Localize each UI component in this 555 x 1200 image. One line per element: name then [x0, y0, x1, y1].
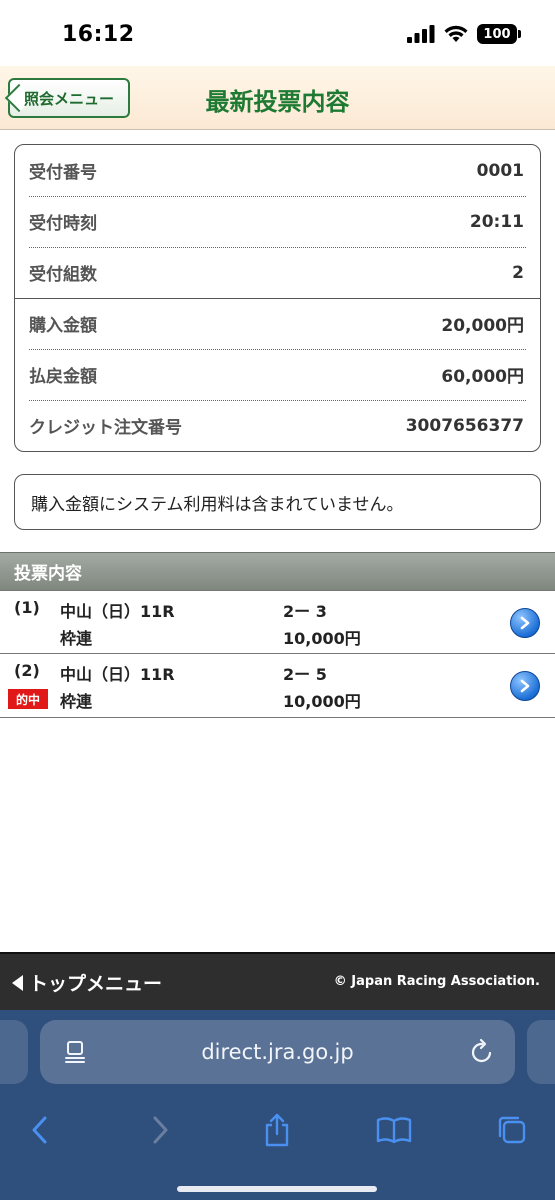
credit-order-label: クレジット注文番号: [29, 418, 182, 438]
browser-chrome: direct.jra.go.jp: [0, 1010, 555, 1200]
payout-amount-label: 払戻金額: [29, 367, 97, 387]
chevron-right-icon[interactable]: [510, 671, 540, 701]
vote-combination: 2ー 5: [283, 665, 327, 684]
vote-contents-header: 投票内容: [0, 552, 555, 590]
purchase-amount-value: 20,000円: [441, 316, 524, 336]
status-bar: 16:12 100: [0, 0, 555, 66]
share-icon[interactable]: [257, 1110, 297, 1150]
app-header: 照会メニュー 最新投票内容: [0, 66, 555, 130]
vote-number: (2): [14, 661, 40, 680]
chevron-right-icon[interactable]: [510, 608, 540, 638]
status-time: 16:12: [62, 22, 135, 47]
top-menu-label: トップメニュー: [29, 973, 163, 995]
receipt-time-row: 受付時刻 20:11: [29, 196, 524, 247]
next-tab-stub[interactable]: [527, 1020, 555, 1084]
vote-race: 中山（日）11R: [60, 665, 175, 684]
bookmarks-icon[interactable]: [374, 1110, 414, 1150]
credit-order-row: クレジット注文番号 3007656377: [29, 400, 524, 451]
purchase-amount-label: 購入金額: [29, 316, 97, 336]
receipt-info-box: 受付番号 0001 受付時刻 20:11 受付組数 2 購入金額 20,000円…: [14, 144, 541, 452]
hit-badge: 的中: [8, 689, 48, 709]
top-menu-link[interactable]: トップメニュー: [12, 969, 162, 996]
previous-tab-stub[interactable]: [0, 1020, 28, 1084]
reload-icon[interactable]: [469, 1038, 495, 1070]
vote-amount: 10,000円: [283, 629, 361, 648]
vote-amount: 10,000円: [283, 692, 361, 711]
vote-combination: 2ー 3: [283, 602, 327, 621]
browser-toolbar: [0, 1100, 555, 1160]
receipt-number-row: 受付番号 0001: [29, 145, 524, 196]
receipt-number-label: 受付番号: [29, 163, 97, 183]
vote-row-2[interactable]: (2) 的中 中山（日）11R 枠連 2ー 5 10,000円: [0, 654, 555, 718]
vote-row-1[interactable]: (1) 中山（日）11R 枠連 2ー 3 10,000円: [0, 590, 555, 654]
receipt-count-value: 2: [512, 262, 524, 283]
payout-amount-value: 60,000円: [441, 367, 524, 387]
payout-amount-row: 払戻金額 60,000円: [29, 349, 524, 400]
vote-number: (1): [14, 598, 40, 617]
credit-order-value: 3007656377: [405, 415, 524, 436]
system-fee-notice: 購入金額にシステム利用料は含まれていません。: [14, 474, 541, 530]
wifi-icon: [444, 25, 468, 42]
vote-bet-type: 枠連: [60, 629, 93, 648]
back-icon[interactable]: [20, 1110, 60, 1150]
forward-icon[interactable]: [140, 1110, 180, 1150]
receipt-count-label: 受付組数: [29, 265, 97, 285]
home-indicator: [177, 1186, 377, 1192]
cellular-signal-icon: [407, 25, 435, 43]
receipt-time-value: 20:11: [469, 211, 524, 232]
copyright: © Japan Racing Association.: [333, 974, 540, 989]
vote-race: 中山（日）11R: [60, 602, 175, 621]
url-text: direct.jra.go.jp: [201, 1040, 354, 1064]
vote-bet-type: 枠連: [60, 692, 93, 711]
purchase-amount-row: 購入金額 20,000円: [29, 298, 524, 349]
battery-icon: 100: [477, 24, 521, 44]
receipt-number-value: 0001: [476, 160, 524, 181]
page-title: 最新投票内容: [205, 88, 350, 116]
tabs-icon[interactable]: [492, 1110, 532, 1150]
footer-bar: トップメニュー © Japan Racing Association.: [0, 952, 555, 1010]
address-bar[interactable]: direct.jra.go.jp: [40, 1020, 515, 1084]
status-icons: 100: [407, 24, 521, 44]
triangle-left-icon: [12, 974, 23, 991]
receipt-time-label: 受付時刻: [29, 214, 97, 234]
receipt-count-row: 受付組数 2: [29, 247, 524, 298]
